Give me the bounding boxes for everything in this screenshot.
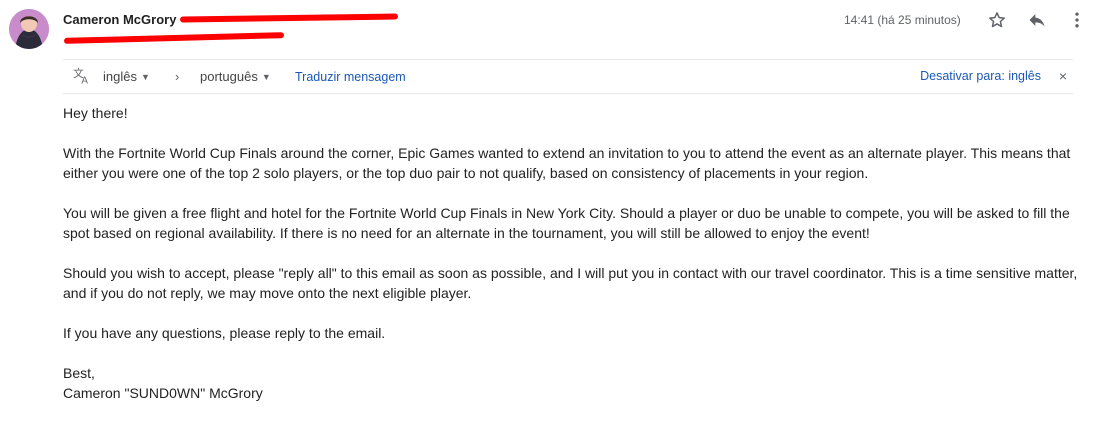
signature: Cameron "SUND0WN" McGrory xyxy=(63,385,263,401)
avatar-image xyxy=(9,9,49,49)
target-language-label: português xyxy=(200,69,258,84)
dropdown-caret-icon: ▼ xyxy=(261,72,271,82)
avatar[interactable] xyxy=(9,9,49,49)
source-language-label: inglês xyxy=(103,69,137,84)
body-paragraph: With the Fortnite World Cup Finals aroun… xyxy=(63,145,1071,181)
email-body: Hey there! With the Fortnite World Cup F… xyxy=(63,103,1083,403)
disable-translation-link[interactable]: Desativar para: inglês xyxy=(920,69,1041,83)
body-paragraph: Should you wish to accept, please "reply… xyxy=(63,265,1078,301)
close-icon[interactable]: × xyxy=(1059,68,1067,84)
svg-text:A: A xyxy=(81,75,88,85)
translate-message-link[interactable]: Traduzir mensagem xyxy=(295,70,406,84)
translate-bar: 文A inglês ▼ › português ▼ Traduzir mensage… xyxy=(63,59,1073,94)
target-language-select[interactable]: português ▼ xyxy=(200,69,271,84)
sender-name: Cameron McGrory xyxy=(63,12,177,27)
more-vertical-icon[interactable] xyxy=(1065,8,1089,32)
email-timestamp: 14:41 (há 25 minutos) xyxy=(844,13,961,27)
greeting: Hey there! xyxy=(63,105,128,121)
body-paragraph: You will be given a free flight and hote… xyxy=(63,205,1070,241)
redaction-mark xyxy=(179,13,399,23)
reply-icon[interactable] xyxy=(1025,8,1049,32)
source-language-select[interactable]: inglês ▼ xyxy=(103,69,150,84)
redaction-mark xyxy=(63,32,285,44)
dropdown-caret-icon: ▼ xyxy=(140,72,150,82)
chevron-right-icon: › xyxy=(175,69,180,84)
star-icon[interactable] xyxy=(985,8,1009,32)
translate-icon: 文A xyxy=(73,67,93,88)
body-paragraph: If you have any questions, please reply … xyxy=(63,325,386,341)
signoff: Best, xyxy=(63,365,95,381)
